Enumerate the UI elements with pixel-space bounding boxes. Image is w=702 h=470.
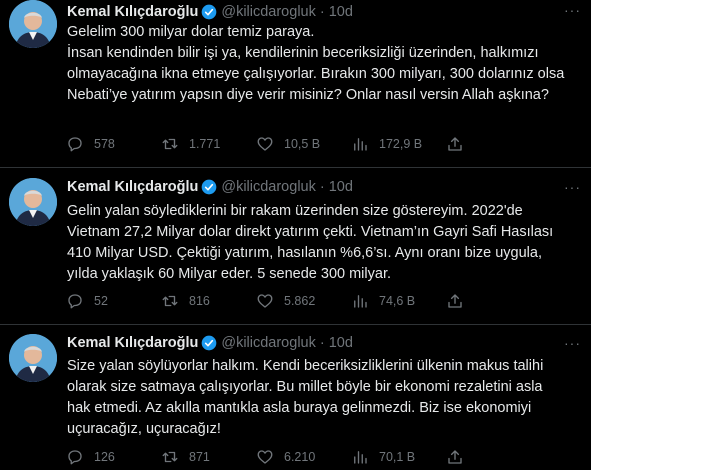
timestamp[interactable]: 10d [329,2,353,22]
tweet-text: Gelelim 300 milyar dolar temiz paraya. İ… [67,24,565,103]
verified-badge-icon [201,4,217,20]
separator: · [319,179,325,195]
share-icon [448,294,462,308]
tweet[interactable]: Kemal Kılıçdaroğlu @kilicdarogluk · 10d … [0,325,591,470]
share-icon [448,450,462,464]
views-icon [354,138,367,151]
view-count: 172,9 B [379,137,423,151]
timestamp[interactable]: 10d [329,177,353,197]
author-handle[interactable]: @kilicdarogluk [221,177,316,197]
share-button[interactable] [446,135,474,153]
like-button[interactable]: 10,5 B [256,135,351,153]
verified-badge-icon [201,179,217,195]
reply-button[interactable]: 126 [66,448,161,466]
retweet-count: 871 [189,450,210,464]
retweet-icon [162,451,178,463]
more-options-icon[interactable]: ··· [564,0,581,20]
like-count: 5.862 [284,294,316,308]
like-button[interactable]: 6.210 [256,448,351,466]
retweet-button[interactable]: 1.771 [161,135,256,153]
author-name[interactable]: Kemal Kılıçdaroğlu [67,2,198,22]
timestamp[interactable]: 10d [329,333,353,353]
tweet-text: Size yalan söylüyorlar halkım. Kendi bec… [67,358,544,437]
views-button[interactable]: 172,9 B [351,135,446,153]
more-options-icon[interactable]: ··· [564,177,581,197]
avatar[interactable] [9,178,57,226]
like-icon [257,294,273,308]
like-icon [257,137,273,151]
view-count: 74,6 B [379,294,416,308]
tweet-actions: 126 871 6.210 70,1 B [66,447,506,467]
share-button[interactable] [446,292,474,310]
view-count: 70,1 B [379,450,416,464]
tweet-actions: 52 816 5.862 74,6 B [66,291,506,311]
reply-count: 126 [94,450,115,464]
like-count: 10,5 B [284,137,321,151]
verified-badge-icon [201,335,217,351]
reply-button[interactable]: 52 [66,292,161,310]
retweet-count: 1.771 [189,137,221,151]
like-button[interactable]: 5.862 [256,292,351,310]
retweet-icon [162,138,178,150]
author-handle[interactable]: @kilicdarogluk [221,333,316,353]
like-icon [257,450,273,464]
tweet[interactable]: Kemal Kılıçdaroğlu @kilicdarogluk · 10d … [0,0,591,168]
separator: · [319,335,325,351]
reply-icon [68,294,82,309]
tweet-feed: Kemal Kılıçdaroğlu @kilicdarogluk · 10d … [0,0,591,470]
like-count: 6.210 [284,450,316,464]
more-options-icon[interactable]: ··· [564,333,581,353]
tweet-text: Gelin yalan söylediklerini bir rakam üze… [67,203,554,282]
retweet-button[interactable]: 816 [161,292,256,310]
share-button[interactable] [446,448,474,466]
views-icon [354,295,367,308]
reply-count: 52 [94,294,108,308]
views-button[interactable]: 74,6 B [351,292,446,310]
retweet-button[interactable]: 871 [161,448,256,466]
retweet-count: 816 [189,294,210,308]
reply-button[interactable]: 578 [66,135,161,153]
author-name[interactable]: Kemal Kılıçdaroğlu [67,177,198,197]
retweet-icon [162,295,178,307]
reply-count: 578 [94,137,115,151]
author-name[interactable]: Kemal Kılıçdaroğlu [67,333,198,353]
reply-icon [68,137,82,152]
avatar[interactable] [9,0,57,48]
share-icon [448,137,462,151]
author-handle[interactable]: @kilicdarogluk [221,2,316,22]
reply-icon [68,450,82,465]
tweet-actions: 578 1.771 10,5 B 172,9 B [66,134,506,154]
avatar[interactable] [9,334,57,382]
separator: · [319,4,325,20]
views-button[interactable]: 70,1 B [351,448,446,466]
tweet[interactable]: Kemal Kılıçdaroğlu @kilicdarogluk · 10d … [0,168,591,325]
views-icon [354,451,367,464]
